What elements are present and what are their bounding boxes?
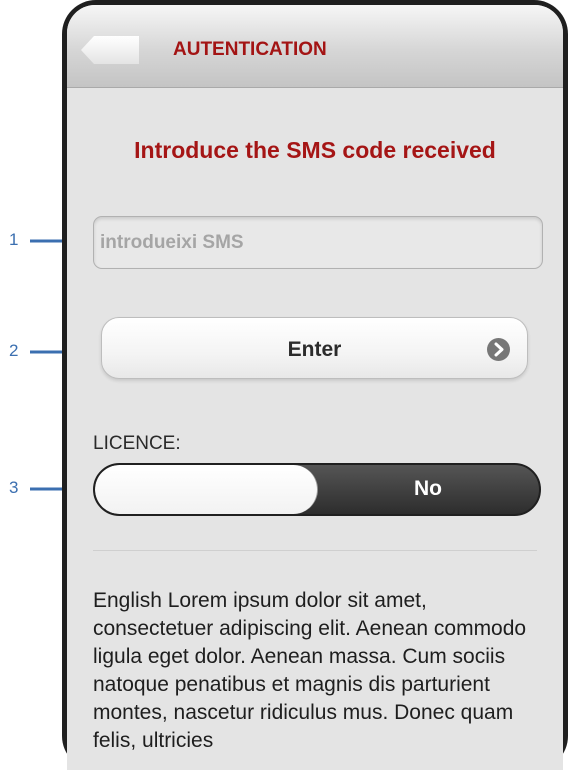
toggle-knob[interactable] [95,465,318,514]
sms-code-input[interactable]: introdueixi SMS [93,216,543,269]
divider [93,550,537,551]
toggle-state-label: No [414,477,442,500]
annotation-number: 3 [9,478,19,497]
annotation-number: 1 [9,230,19,249]
phone-frame: AUTENTICATION Introduce the SMS code rec… [62,0,568,770]
chevron-right-circle-icon [487,338,510,361]
annotation-number: 2 [9,341,19,360]
enter-button[interactable]: Enter [101,317,528,379]
licence-body-text: English Lorem ipsum dolor sit amet, cons… [93,589,527,752]
enter-button-label: Enter [287,338,342,361]
page-heading: Introduce the SMS code received [134,137,496,163]
sms-input-placeholder: introdueixi SMS [100,232,244,253]
licence-label: LICENCE: [93,433,181,454]
screen: AUTENTICATION Introduce the SMS code rec… [67,5,563,770]
nav-title: AUTENTICATION [173,39,327,60]
back-button[interactable] [81,36,139,64]
navigation-bar: AUTENTICATION [67,5,563,88]
licence-toggle[interactable]: No [93,463,541,516]
